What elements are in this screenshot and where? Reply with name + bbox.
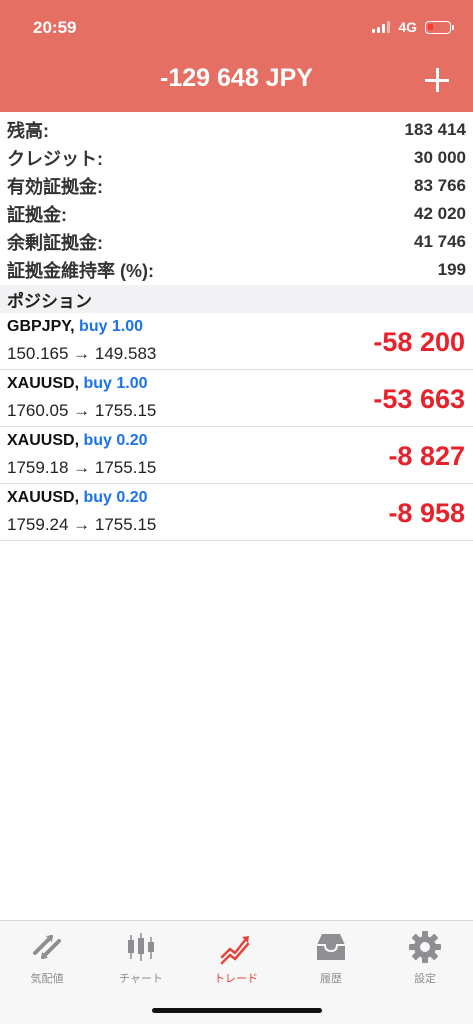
summary-row-margin-level: 証拠金維持率 (%): 199	[0, 256, 473, 284]
summary-label: 証拠金:	[7, 205, 67, 225]
positions-section-header: ポジション	[0, 285, 473, 313]
position-prices: 150.165 → 149.583	[7, 344, 157, 363]
tab-label: 気配値	[30, 973, 64, 985]
summary-value: 30 000	[414, 148, 466, 167]
settings-icon	[409, 931, 441, 963]
position-prices: 1760.05 → 1755.15	[7, 401, 157, 420]
positions-list: GBPJPY, buy 1.00 150.165 → 149.583 -58 2…	[0, 313, 473, 541]
position-row[interactable]: XAUUSD, buy 0.20 1759.24 → 1755.15 -8 95…	[0, 484, 473, 541]
summary-row-margin: 証拠金: 42 020	[0, 200, 473, 228]
summary-row-free-margin: 余剰証拠金: 41 746	[0, 228, 473, 256]
tab-quotes[interactable]: 気配値	[0, 929, 94, 986]
position-type: buy 0.20	[83, 432, 148, 449]
tab-label: 設定	[414, 973, 436, 985]
summary-label: 余剰証拠金:	[7, 233, 103, 253]
summary-row-balance: 残高: 183 414	[0, 116, 473, 144]
position-type: buy 1.00	[83, 375, 148, 392]
summary-row-equity: 有効証拠金: 83 766	[0, 172, 473, 200]
position-title: XAUUSD, buy 0.20	[7, 489, 148, 507]
tab-history[interactable]: 履歴	[284, 929, 378, 986]
position-symbol: GBPJPY,	[7, 318, 75, 335]
header-bar: 20:59 4G -129 648 JPY	[0, 0, 473, 112]
battery-icon	[425, 20, 454, 34]
position-symbol: XAUUSD,	[7, 432, 80, 449]
summary-label: 証拠金維持率 (%):	[7, 261, 154, 281]
tab-chart[interactable]: チャート	[94, 929, 188, 986]
position-prices: 1759.24 → 1755.15	[7, 515, 157, 534]
tab-label: トレード	[214, 973, 258, 985]
position-symbol: XAUUSD,	[7, 375, 80, 392]
position-profit: -58 200	[373, 327, 465, 357]
position-row[interactable]: XAUUSD, buy 1.00 1760.05 → 1755.15 -53 6…	[0, 370, 473, 427]
add-order-button[interactable]	[425, 68, 449, 92]
summary-value: 183 414	[404, 120, 466, 139]
tab-label: チャート	[119, 973, 163, 985]
trade-icon	[220, 936, 250, 965]
summary-row-credit: クレジット: 30 000	[0, 144, 473, 172]
position-prices: 1759.18 → 1755.15	[7, 458, 157, 477]
network-label: 4G	[398, 19, 417, 35]
position-type: buy 0.20	[83, 489, 148, 506]
position-row[interactable]: XAUUSD, buy 0.20 1759.18 → 1755.15 -8 82…	[0, 427, 473, 484]
summary-value: 42 020	[414, 204, 466, 223]
summary-value: 199	[437, 260, 466, 279]
position-profit: -8 958	[388, 498, 465, 528]
tab-label: 履歴	[320, 973, 342, 985]
summary-label: 残高:	[7, 121, 49, 141]
status-indicators: 4G	[372, 19, 454, 35]
status-time: 20:59	[33, 18, 77, 37]
position-type: buy 1.00	[79, 318, 144, 335]
signal-icon	[372, 21, 391, 33]
position-profit: -8 827	[388, 441, 465, 471]
summary-value: 41 746	[414, 232, 466, 251]
quotes-icon	[33, 935, 61, 959]
position-symbol: XAUUSD,	[7, 489, 80, 506]
position-title: XAUUSD, buy 0.20	[7, 432, 148, 450]
summary-value: 83 766	[414, 176, 466, 195]
tab-settings[interactable]: 設定	[378, 929, 472, 986]
tab-trade[interactable]: トレード	[189, 929, 283, 986]
position-title: XAUUSD, buy 1.00	[7, 375, 148, 393]
summary-label: クレジット:	[7, 149, 103, 169]
history-icon	[317, 934, 345, 960]
position-profit: -53 663	[373, 384, 465, 414]
home-indicator[interactable]	[152, 1008, 322, 1013]
position-row[interactable]: GBPJPY, buy 1.00 150.165 → 149.583 -58 2…	[0, 313, 473, 370]
position-title: GBPJPY, buy 1.00	[7, 318, 143, 336]
summary-label: 有効証拠金:	[7, 177, 103, 197]
chart-icon	[128, 933, 154, 961]
balance-title: -129 648 JPY	[160, 64, 313, 92]
account-summary: 残高: 183 414 クレジット: 30 000 有効証拠金: 83 766 …	[0, 116, 473, 284]
